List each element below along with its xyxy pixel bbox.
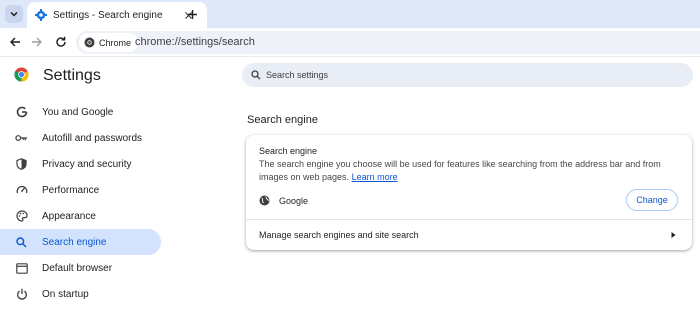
power-icon bbox=[15, 288, 28, 301]
sidebar-item-search-engine[interactable]: Search engine bbox=[0, 229, 161, 255]
tab-settings[interactable]: Settings - Search engine bbox=[27, 2, 207, 28]
toolbar: Chrome chrome://settings/search bbox=[0, 28, 700, 57]
reload-icon bbox=[56, 36, 66, 47]
address-bar[interactable]: Chrome chrome://settings/search bbox=[76, 31, 700, 54]
tab-search-button[interactable] bbox=[5, 5, 23, 23]
site-chip-label: Chrome bbox=[99, 37, 132, 48]
browser-window-icon bbox=[15, 262, 28, 275]
site-info-chip[interactable]: Chrome bbox=[79, 33, 139, 52]
forward-arrow-icon bbox=[32, 37, 42, 47]
forward-button[interactable] bbox=[29, 34, 45, 50]
search-icon bbox=[251, 70, 261, 80]
sidebar-item-you-and-google[interactable]: You and Google bbox=[0, 99, 165, 125]
sidebar-item-appearance[interactable]: Appearance bbox=[0, 203, 165, 229]
tab-strip: Settings - Search engine bbox=[0, 0, 700, 28]
engine-name: Google bbox=[279, 195, 309, 206]
card-description-text: The search engine you choose will be use… bbox=[259, 159, 661, 182]
search-settings-input[interactable]: Search settings bbox=[242, 63, 693, 87]
speedometer-icon bbox=[15, 184, 28, 197]
new-tab-button[interactable] bbox=[184, 6, 200, 22]
sidebar-item-label: Search engine bbox=[42, 236, 107, 248]
sidebar-item-on-startup[interactable]: On startup bbox=[0, 281, 165, 307]
globe-icon bbox=[259, 195, 270, 206]
card-description: The search engine you choose will be use… bbox=[259, 158, 685, 184]
chrome-logo-icon bbox=[14, 67, 29, 82]
manage-search-engines-row[interactable]: Manage search engines and site search bbox=[246, 220, 692, 250]
sidebar-item-label: You and Google bbox=[42, 106, 114, 118]
google-g-icon bbox=[15, 106, 28, 119]
shield-icon bbox=[15, 158, 28, 171]
chrome-logo-icon bbox=[84, 37, 95, 48]
sidebar-item-default-browser[interactable]: Default browser bbox=[0, 255, 165, 281]
key-icon bbox=[15, 132, 28, 145]
sidebar: You and Google Autofill and passwords Pr… bbox=[0, 99, 165, 307]
card-title: Search engine bbox=[259, 146, 318, 156]
back-arrow-icon bbox=[10, 37, 20, 47]
section-heading: Search engine bbox=[247, 114, 318, 126]
change-button[interactable]: Change bbox=[626, 189, 678, 211]
current-engine-row: Google bbox=[259, 195, 308, 206]
learn-more-link[interactable]: Learn more bbox=[352, 172, 398, 182]
sidebar-item-label: On startup bbox=[42, 288, 89, 300]
settings-gear-icon bbox=[35, 9, 47, 21]
palette-icon bbox=[15, 210, 28, 223]
plus-icon bbox=[187, 9, 197, 19]
search-placeholder: Search settings bbox=[266, 70, 329, 80]
sidebar-item-label: Privacy and security bbox=[42, 158, 132, 170]
chevron-down-icon bbox=[10, 11, 18, 17]
page-title: Settings bbox=[43, 67, 101, 84]
url-text: chrome://settings/search bbox=[135, 36, 255, 48]
sidebar-item-label: Performance bbox=[42, 184, 100, 196]
back-button[interactable] bbox=[7, 34, 23, 50]
sidebar-item-autofill[interactable]: Autofill and passwords bbox=[0, 125, 165, 151]
sidebar-item-label: Default browser bbox=[42, 262, 113, 274]
sidebar-item-label: Appearance bbox=[42, 210, 96, 222]
manage-search-engines-label: Manage search engines and site search bbox=[259, 230, 419, 240]
sidebar-item-label: Autofill and passwords bbox=[42, 132, 143, 144]
sidebar-item-privacy[interactable]: Privacy and security bbox=[0, 151, 165, 177]
search-icon bbox=[15, 236, 28, 249]
arrow-right-icon bbox=[671, 232, 676, 238]
tab-title: Settings - Search engine bbox=[53, 9, 163, 21]
sidebar-item-performance[interactable]: Performance bbox=[0, 177, 165, 203]
search-engine-card: Search engine The search engine you choo… bbox=[246, 135, 692, 250]
reload-button[interactable] bbox=[53, 34, 69, 50]
